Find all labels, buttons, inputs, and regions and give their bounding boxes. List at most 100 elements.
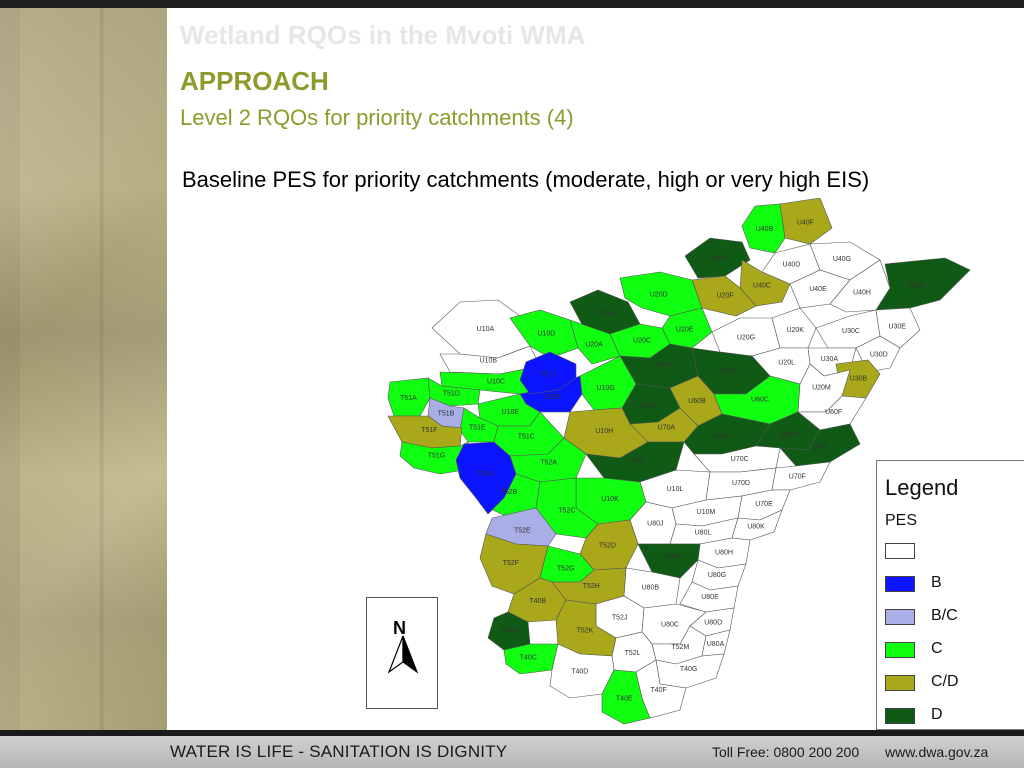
catchment-label: U80G [708, 572, 726, 579]
catchment-label: U30A [821, 356, 839, 363]
legend-swatch-bc [885, 609, 915, 625]
catchment-label: U30B [908, 282, 926, 289]
catchment-label: U40D [782, 262, 800, 269]
catchment-label: T40F [650, 687, 666, 694]
catchment-label: U40E [809, 286, 827, 293]
catchment-label: U20M [812, 385, 831, 392]
catchment-label: U70F [789, 473, 806, 480]
catchment-label: U60B [688, 398, 706, 405]
catchment-label: T51J [540, 371, 556, 378]
catchment-label: U20L [778, 360, 795, 367]
footer-website-link[interactable]: www.dwa.gov.za [885, 744, 988, 760]
catchment-label: T51D [443, 391, 460, 398]
catchment-label: T52G [557, 566, 575, 573]
catchment-label: T52M [671, 644, 689, 651]
catchment-label: T52E [514, 528, 531, 535]
legend-subtitle: PES [885, 512, 918, 529]
catchment-label: T51F [421, 427, 437, 434]
legend-item: D [885, 706, 1015, 728]
catchment-label: U70D [732, 480, 750, 487]
catchment-label: U10M [697, 509, 716, 516]
catchment-label: T52C [558, 507, 575, 514]
catchment-label: U80B [642, 585, 660, 592]
legend-label: C [931, 640, 943, 657]
catchment-label: T52L [625, 650, 641, 657]
catchment-label: T52B [501, 489, 518, 496]
catchment-label: U10J [629, 458, 645, 465]
catchment-label: U20J [719, 368, 735, 375]
catchment-label: U40B [756, 226, 774, 233]
catchment-label: U10B [480, 358, 498, 365]
catchment-label: U10H [595, 428, 613, 435]
catchment-label: T51C [518, 433, 535, 440]
north-arrow-icon [387, 635, 419, 674]
catchment-label: U40G [833, 256, 851, 263]
catchment-label: T51A [400, 395, 417, 402]
catchment-label: U10K [601, 496, 619, 503]
catchment-label: T52K [577, 627, 594, 634]
catchment-label: U20D [650, 291, 668, 298]
catchment-label: U70C [731, 456, 749, 463]
catchment-label: T52F [503, 560, 519, 567]
top-bar [0, 0, 1024, 8]
legend-item: B [885, 574, 1015, 596]
catchment-label: U40H [853, 289, 871, 296]
catchment-label: U70B [712, 434, 730, 441]
legend-swatch-d [885, 708, 915, 724]
catchment-label: U80J [647, 521, 663, 528]
legend-item: C [885, 640, 1015, 662]
catchment-label: U80F [664, 554, 681, 561]
catchment-label: U10L [667, 486, 684, 493]
catchment-label: U80L [695, 529, 712, 536]
legend-label: C/D [931, 673, 959, 690]
catchment-label: U60C [751, 397, 769, 404]
section-subtitle: Level 2 RQOs for priority catchments (4) [180, 105, 574, 130]
catchment-label: U60D [780, 432, 798, 439]
catchment-label: U10A [477, 326, 495, 333]
catchment-label: U40C [753, 282, 771, 289]
catchment-label: U20G [737, 334, 755, 341]
catchment-label: U40A [710, 255, 728, 262]
catchment-label: U20E [676, 326, 694, 333]
legend-item [885, 543, 1015, 563]
catchment-label: U30D [870, 351, 888, 358]
catchment-label: T51E [469, 425, 486, 432]
footer-motto: WATER IS LIFE - SANITATION IS DIGNITY [170, 742, 508, 761]
map-legend: Legend PES B B/C C C/D D [876, 460, 1024, 730]
legend-item: C/D [885, 673, 1015, 695]
catchment-label: T52H [583, 583, 600, 590]
catchment-label: T40C [520, 655, 537, 662]
section-heading: APPROACH [180, 66, 329, 96]
catchment-label: T40D [571, 669, 588, 676]
map-caption: Baseline PES for priority catchments (mo… [182, 167, 870, 192]
legend-label: B/C [931, 607, 958, 624]
catchment-label: U10E [502, 409, 520, 416]
catchment-label: U30E [888, 323, 906, 330]
catchment-label: U70E [755, 501, 773, 508]
catchment-label: U80H [715, 549, 733, 556]
catchment-label: T52A [540, 459, 557, 466]
catchment-label: U20K [786, 327, 804, 334]
catchment-label: U80D [704, 619, 722, 626]
catchment-label: U80A [707, 641, 725, 648]
catchment-label: T40B [529, 598, 546, 605]
slide-ghost-title: Wetland RQOs in the Mvoti WMA [180, 20, 586, 50]
catchment-label: T40A [500, 628, 517, 635]
catchment-label: T51H [477, 471, 494, 478]
catchment-label: U80K [747, 523, 765, 530]
catchment-label: U30C [842, 328, 860, 335]
catchment-label: U60F [825, 409, 842, 416]
catchment-label: U30B [850, 375, 868, 382]
catchment-label: T40G [680, 666, 698, 673]
catchment-label: U70A [658, 424, 676, 431]
catchment-label: U20H [653, 362, 671, 369]
legend-label: D [931, 706, 943, 723]
catchment-label: U20F [717, 293, 734, 300]
catchment-label: U20B [596, 311, 614, 318]
catchment-label: T52J [612, 614, 628, 621]
legend-title: Legend [885, 475, 959, 500]
catchment-label: T40E [616, 695, 633, 702]
catchment-label: U10C [487, 378, 505, 385]
legend-swatch-b [885, 576, 915, 592]
north-arrow-box: N [366, 597, 438, 709]
